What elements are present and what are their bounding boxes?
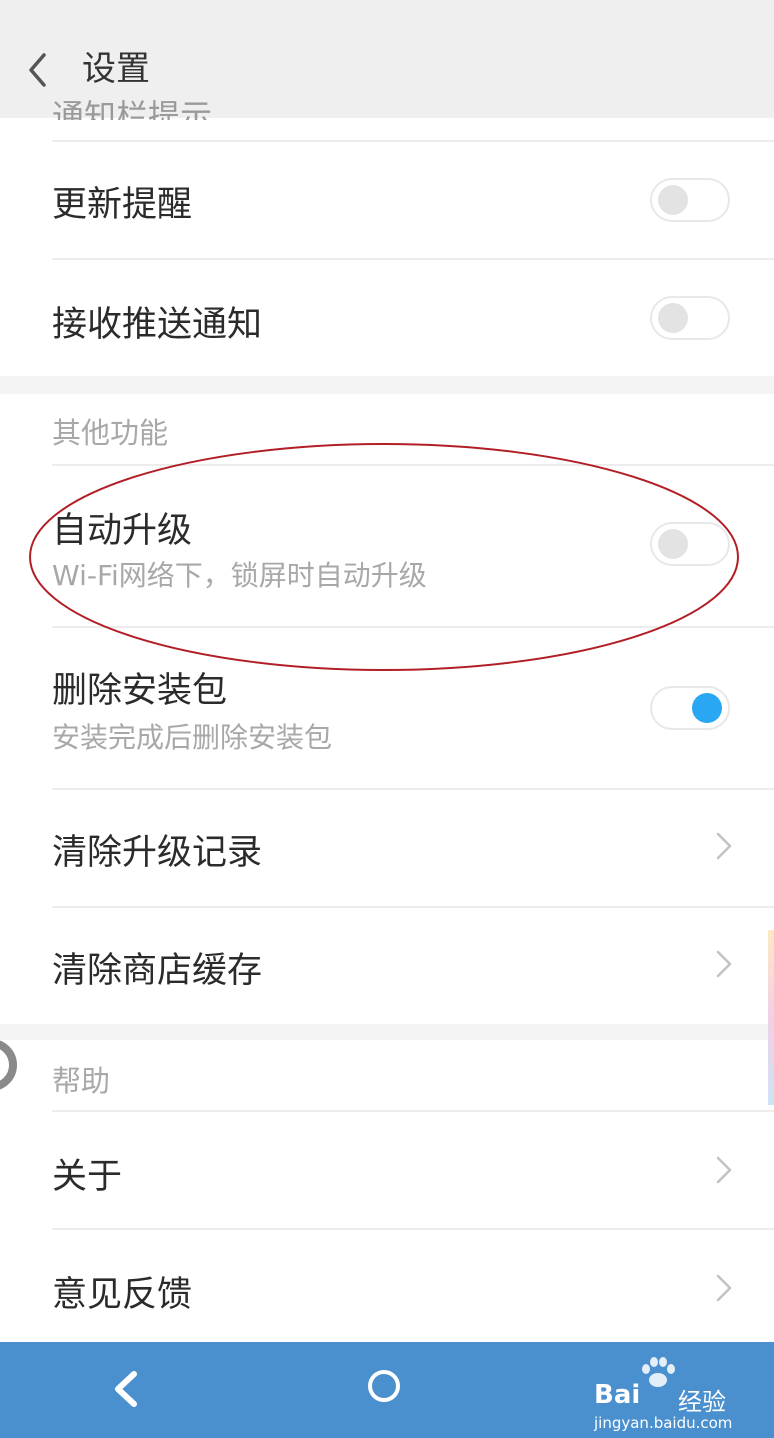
row-auto-upgrade[interactable]: 自动升级 Wi-Fi网络下，锁屏时自动升级	[0, 466, 774, 626]
watermark-product: 经验	[678, 1388, 726, 1416]
back-button[interactable]	[22, 48, 58, 92]
notifications-section: 通知栏提示 更新提醒 接收推送通知	[0, 98, 774, 376]
toggle-knob	[692, 693, 722, 723]
chevron-right-icon	[716, 832, 732, 860]
status-bar	[0, 0, 774, 14]
edge-decoration	[768, 930, 774, 1105]
row-label: 关于	[52, 1157, 123, 1197]
row-push-notifications[interactable]: 接收推送通知	[0, 260, 774, 376]
row-about[interactable]: 关于	[0, 1112, 774, 1228]
section-gap	[0, 376, 774, 394]
paw-logo-icon	[642, 1357, 675, 1387]
row-update-reminder[interactable]: 更新提醒	[0, 142, 774, 258]
toggle-knob	[658, 303, 688, 333]
chevron-left-icon	[29, 53, 46, 87]
row-delete-package[interactable]: 删除安装包 安装完成后删除安装包	[0, 628, 774, 788]
section-header: 帮助	[52, 1064, 111, 1098]
row-clear-upgrade-records[interactable]: 清除升级记录	[0, 790, 774, 906]
watermark-url: jingyan.baidu.com	[594, 1414, 733, 1432]
row-feedback[interactable]: 意见反馈	[0, 1230, 774, 1342]
auto-upgrade-toggle[interactable]	[650, 522, 730, 566]
circle-home-icon	[368, 1370, 400, 1402]
chevron-left-icon	[115, 1371, 137, 1407]
partially-hidden-row-label: 通知栏提示	[52, 98, 213, 120]
delete-package-toggle[interactable]	[650, 686, 730, 730]
row-label: 清除商店缓存	[52, 951, 263, 991]
floating-ball-icon	[0, 1040, 17, 1090]
other-functions-section: 其他功能 自动升级 Wi-Fi网络下，锁屏时自动升级 删除安装包 安装完成后删除…	[0, 394, 774, 1024]
section-header: 其他功能	[52, 416, 169, 450]
row-clear-store-cache[interactable]: 清除商店缓存	[0, 908, 774, 1024]
row-label: 删除安装包	[52, 671, 228, 711]
row-subtitle: Wi-Fi网络下，锁屏时自动升级	[52, 559, 427, 592]
update-reminder-toggle[interactable]	[650, 178, 730, 222]
nav-back-button[interactable]	[104, 1364, 148, 1414]
section-gap	[0, 1024, 774, 1040]
nav-home-button[interactable]	[364, 1366, 404, 1406]
page-title: 设置	[82, 49, 150, 89]
chevron-right-icon	[716, 1156, 732, 1184]
row-label: 意见反馈	[52, 1275, 193, 1315]
row-label: 清除升级记录	[52, 833, 263, 873]
chevron-right-icon	[716, 950, 732, 978]
row-label: 接收推送通知	[52, 305, 263, 345]
help-section: 帮助 关于 意见反馈	[0, 1040, 774, 1342]
watermark-brand: Bai	[594, 1380, 641, 1410]
push-notifications-toggle[interactable]	[650, 296, 730, 340]
system-navigation-bar: Bai 经验 jingyan.baidu.com	[0, 1342, 774, 1438]
row-label: 自动升级	[52, 511, 193, 551]
chevron-right-icon	[716, 1274, 732, 1302]
baidu-jingyan-watermark: Bai 经验 jingyan.baidu.com	[594, 1354, 764, 1432]
row-label: 更新提醒	[52, 185, 193, 225]
toggle-knob	[658, 185, 688, 215]
toggle-knob	[658, 529, 688, 559]
row-subtitle: 安装完成后删除安装包	[52, 721, 333, 754]
